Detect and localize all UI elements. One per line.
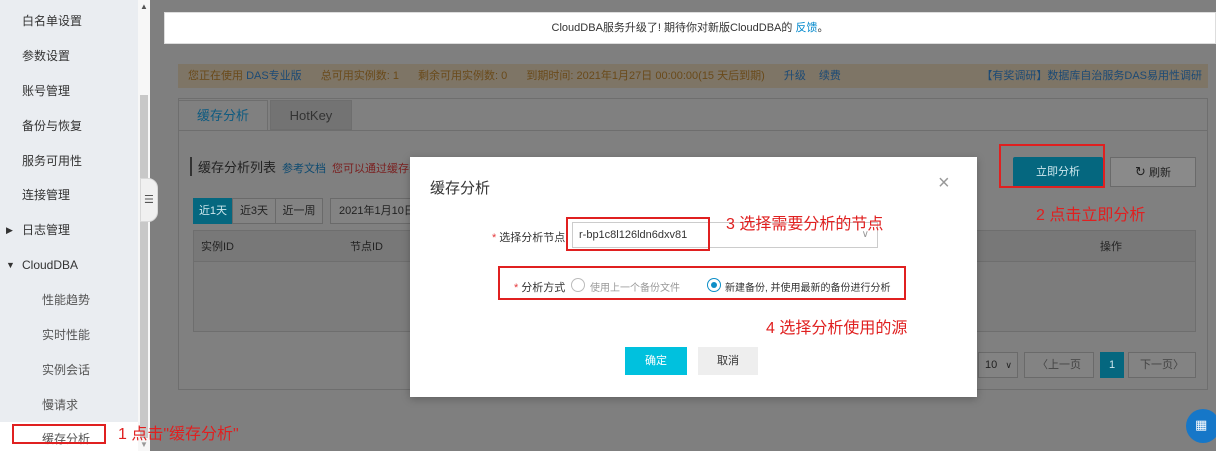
annotation-step-2: 2 点击立即分析 [1036,207,1146,224]
infobar-using: 您正在使用 [188,70,243,82]
cancel-button[interactable]: 取消 [698,347,758,375]
list-hint: 您可以通过缓存分 [332,163,421,175]
sidebar-item-label: 日志管理 [22,223,71,237]
next-page-button[interactable]: 下一页〉 [1128,352,1196,378]
next-page-label: 下一页 [1140,359,1173,371]
close-icon[interactable]: × [938,172,950,195]
chevron-down-icon: ∨ [1005,360,1012,370]
prev-page-label: 上一页 [1048,359,1081,371]
edition-link[interactable]: DAS专业版 [246,70,302,82]
sidebar-item-label: CloudDBA [22,258,79,272]
page-number-current[interactable]: 1 [1100,352,1124,378]
sidebar-item-accounts[interactable]: 账号管理 [0,74,138,108]
banner-suffix: 。 [817,22,829,34]
tab-hotkey[interactable]: HotKey [270,100,352,130]
sidebar-item-connections[interactable]: 连接管理 [0,178,138,212]
annotation-box-method [498,266,906,300]
node-label-text: 选择分析节点 [499,232,566,244]
annotation-step-3: 3 选择需要分析的节点 [726,216,884,233]
refresh-button[interactable]: ↻ 刷新 [1110,157,1196,187]
sidebar-item-realtime-performance[interactable]: 实时性能 [0,318,138,352]
caret-right-icon: ▶ [6,225,13,235]
range-1-week[interactable]: 近一周 [275,198,323,224]
column-node-id: 节点ID [350,241,383,253]
date-picker[interactable]: 2021年1月10日 [330,198,412,224]
sidebar-item-instance-sessions[interactable]: 实例会话 [0,353,138,387]
sidebar-item-parameters[interactable]: 参数设置 [0,39,138,73]
page-size-select[interactable]: 10 ∨ [978,352,1018,378]
collapse-icon: ☰ [144,194,154,206]
expire-time: 到期时间: 2021年1月27日 00:00:00(15 天后到期) [526,70,765,82]
chevron-right-icon: 〉 [1173,359,1184,371]
refresh-icon: ↻ [1135,164,1146,179]
scroll-up-icon[interactable]: ▲ [140,2,148,11]
annotation-box-node [566,217,710,251]
floating-apps-button[interactable]: ▦ [1186,409,1216,443]
feedback-link[interactable]: 反馈 [795,22,817,34]
reference-doc-link[interactable]: 参考文档 [282,163,326,175]
tab-divider [178,130,1208,131]
scrollbar-thumb[interactable] [140,95,148,438]
sidebar: 白名单设置 参数设置 账号管理 备份与恢复 服务可用性 连接管理 ▶ 日志管理 … [0,0,138,451]
upgrade-banner: CloudDBA服务升级了! 期待你对新版CloudDBA的 反馈。 [164,12,1216,44]
tab-cache-analysis[interactable]: 缓存分析 [178,100,268,130]
sidebar-item-backup-restore[interactable]: 备份与恢复 [0,109,138,143]
total-instances: 总可用实例数: 1 [320,70,399,82]
dialog-title: 缓存分析 [430,180,491,197]
upgrade-link[interactable]: 升级 [784,70,806,82]
range-1-day[interactable]: 近1天 [193,198,233,224]
node-field-label: * 选择分析节点 [492,229,565,245]
annotation-box-analyze [999,144,1105,188]
remaining-instances: 剩余可用实例数: 0 [418,70,508,82]
refresh-label: 刷新 [1148,167,1171,179]
annotation-step-4: 4 选择分析使用的源 [766,320,908,337]
sidebar-item-availability[interactable]: 服务可用性 [0,144,138,178]
annotation-step-1: 1 点击"缓存分析" [118,426,239,443]
list-header: 缓存分析列表 参考文档 您可以通过缓存分 [190,157,420,176]
sidebar-item-logs[interactable]: ▶ 日志管理 [0,213,138,247]
chevron-left-icon: 〈 [1037,359,1048,371]
banner-text: CloudDBA服务升级了! 期待你对新版CloudDBA的 [551,22,793,34]
column-action: 操作 [1100,241,1122,253]
sidebar-item-clouddba[interactable]: ▼ CloudDBA [0,248,138,282]
sidebar-collapse-toggle[interactable]: ☰ [140,178,158,222]
renew-link[interactable]: 续费 [819,70,841,82]
caret-down-icon: ▼ [6,260,15,270]
column-instance-id: 实例ID [201,241,234,253]
sidebar-item-performance-trend[interactable]: 性能趋势 [0,283,138,317]
subscription-infobar: 您正在使用 DAS专业版 总可用实例数: 1 剩余可用实例数: 0 到期时间: … [178,64,1208,88]
sidebar-item-slow-requests[interactable]: 慢请求 [0,388,138,422]
apps-grid-icon: ▦ [1195,417,1208,432]
page-size-value: 10 [985,359,998,371]
confirm-button[interactable]: 确定 [625,347,687,375]
required-mark: * [492,232,497,244]
range-3-days[interactable]: 近3天 [232,198,276,224]
sidebar-item-whitelist[interactable]: 白名单设置 [0,4,138,38]
list-title: 缓存分析列表 [198,160,277,175]
prev-page-button[interactable]: 〈上一页 [1024,352,1094,378]
annotation-box-sidebar [12,424,106,444]
survey-link[interactable]: 【有奖调研】数据库自治服务DAS易用性调研 [981,64,1202,88]
